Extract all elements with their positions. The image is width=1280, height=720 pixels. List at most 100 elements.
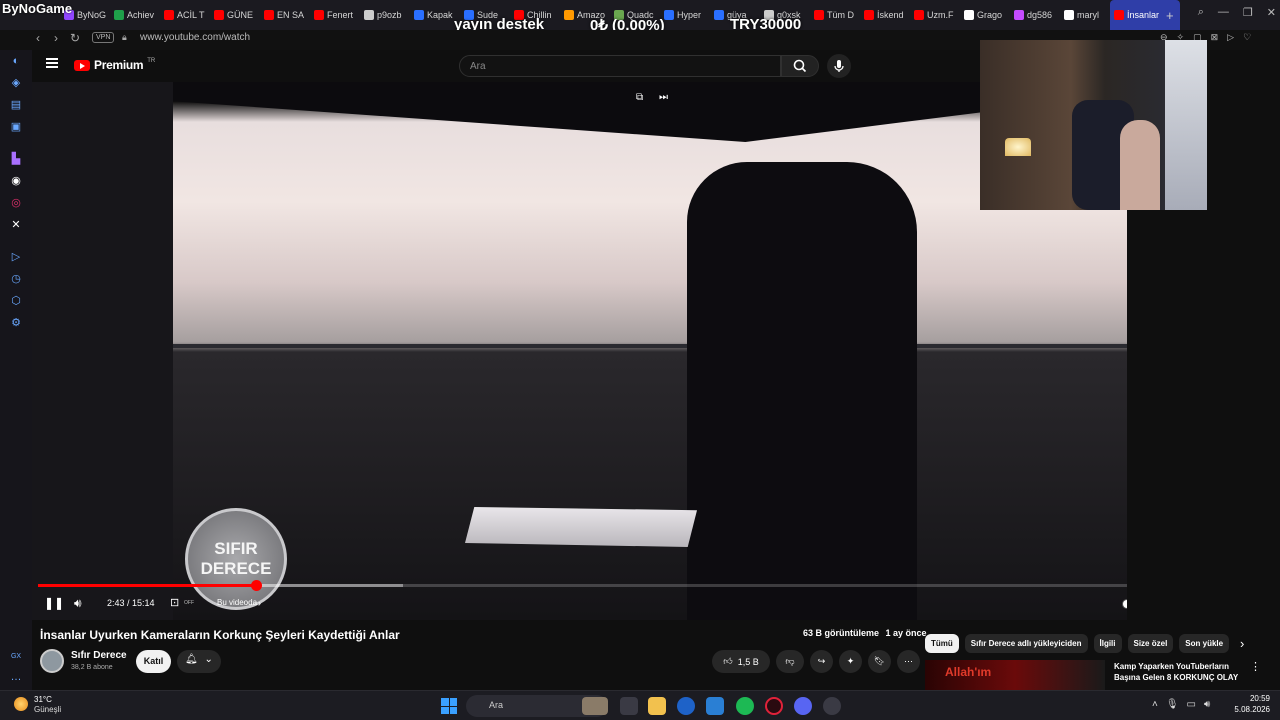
channel-name[interactable]: Sıfır Derece (71, 650, 127, 661)
sparkle-icon: ✦ (846, 656, 855, 666)
search-button[interactable] (781, 55, 819, 77)
url-field[interactable]: www.youtube.com/watch (140, 32, 250, 43)
browser-tab[interactable]: GÜNE (210, 0, 260, 30)
tab-favicon-icon (714, 10, 724, 20)
next-icon[interactable]: ⏭ (659, 92, 670, 103)
ea-app-icon[interactable] (677, 697, 695, 715)
gx-icon[interactable]: GX (9, 650, 23, 664)
tray-expand-icon[interactable]: ˄ (1152, 699, 1158, 710)
watermark-line2: DERECE (200, 559, 272, 578)
subscription-bell-button[interactable]: 🔔︎ ⌄ (177, 650, 221, 673)
region-code: TR (147, 58, 156, 64)
vpn-badge[interactable]: VPN (92, 32, 115, 43)
file-explorer-icon[interactable] (648, 697, 666, 715)
miniplayer-icon[interactable]: ⧉ (636, 92, 647, 103)
save-button[interactable]: 🔖︎ (868, 650, 891, 673)
instagram-icon[interactable]: ◎ (9, 196, 23, 210)
youtube-logo[interactable]: Premium TR (74, 58, 155, 72)
browser-tab[interactable]: Achiev (110, 0, 160, 30)
new-tab-button[interactable]: + (1166, 8, 1174, 23)
weather-icon[interactable] (14, 697, 28, 711)
crypto-wallet-icon[interactable]: ◈ (9, 76, 23, 90)
browser-tab[interactable]: dg586 (1010, 0, 1060, 30)
twitch-icon[interactable]: ▙ (9, 152, 23, 166)
network-icon[interactable]: ▭ (1187, 699, 1196, 710)
chapter-button[interactable]: Bu videoda (217, 598, 257, 607)
opera-gx-icon[interactable] (765, 697, 783, 715)
recommendation-title[interactable]: Kamp Yaparken YouTuberların Başına Gelen… (1114, 661, 1244, 683)
browser-tab[interactable]: EN SA (260, 0, 310, 30)
heart-icon[interactable]: ♡ (1243, 32, 1251, 43)
browser-tab[interactable]: ACİL T (160, 0, 210, 30)
volume-icon[interactable]: 🔊︎ (74, 596, 82, 611)
channel-avatar[interactable] (40, 649, 64, 673)
browser-tab[interactable]: Hyper (660, 0, 710, 30)
clock-date[interactable]: 5.08.2026 (1232, 705, 1270, 714)
close-icon[interactable]: ✕ (1267, 6, 1276, 19)
browser-tab[interactable]: maryl (1060, 0, 1110, 30)
menu-icon[interactable] (46, 58, 58, 68)
settings-icon[interactable]: ⚙ (9, 316, 23, 330)
browser-tab[interactable]: Fenert (310, 0, 360, 30)
filter-chip[interactable]: Tümü (925, 634, 959, 653)
autoplay-toggle[interactable] (1122, 599, 1127, 609)
filter-chip[interactable]: Sıfır Derece adlı yükleyiciden (964, 634, 1088, 653)
browser-tab[interactable]: Kapak (410, 0, 460, 30)
search-icon[interactable]: ⌕ (1198, 6, 1204, 19)
extensions-sidebar-icon[interactable]: ⬡ (9, 294, 23, 308)
back-icon[interactable]: ‹ (36, 31, 40, 45)
task-view-icon[interactable] (620, 697, 638, 715)
browser-tab[interactable]: İskend (860, 0, 910, 30)
share-button[interactable]: ↪ (810, 650, 833, 673)
adblock-icon[interactable]: ⊠ (1211, 32, 1219, 43)
weather-description[interactable]: Güneşli (34, 705, 61, 714)
app-icon[interactable] (823, 697, 841, 715)
search-highlight-icon[interactable] (582, 697, 608, 715)
browser-tab[interactable]: Uzm.F (910, 0, 960, 30)
autodub-icon[interactable]: ⊡ (170, 596, 179, 609)
filter-chip[interactable]: Size özel (1127, 634, 1174, 653)
history-icon[interactable]: ◷ (9, 272, 23, 286)
mic-tray-icon[interactable]: 🎙︎ (1166, 699, 1179, 710)
player-icon[interactable]: ▷ (1227, 32, 1234, 43)
progress-bar[interactable] (38, 580, 1127, 591)
video-player[interactable]: SIFIR DERECE ⧉ ⏭ ❚❚ 🔊︎ 2:43 / 15:14 ⊡ OF… (32, 82, 1127, 620)
start-button[interactable] (441, 698, 457, 714)
ask-button[interactable]: ✦ (839, 650, 862, 673)
chips-next-icon[interactable]: › (1240, 636, 1244, 651)
forward-icon[interactable]: › (54, 31, 58, 45)
aria-icon[interactable]: ◐ (9, 54, 23, 68)
spotify-icon[interactable] (736, 697, 754, 715)
mail-icon[interactable] (706, 697, 724, 715)
workspace-icon[interactable]: ▤ (9, 98, 23, 112)
discord-taskbar-icon[interactable] (794, 697, 812, 715)
like-button[interactable]: 👍︎ 1,5 B (712, 650, 770, 673)
browser-tab[interactable]: p9ozb (360, 0, 410, 30)
maximize-icon[interactable]: ❐ (1243, 6, 1253, 19)
minimize-icon[interactable]: — (1218, 6, 1229, 19)
reload-icon[interactable]: ↻ (70, 31, 80, 45)
tab-favicon-icon (1114, 10, 1124, 20)
kebab-menu-icon[interactable]: ⋮ (1250, 660, 1261, 673)
speaker-icon[interactable]: 🔊︎ (1204, 699, 1210, 710)
more-icon[interactable]: … (9, 670, 23, 684)
more-actions-button[interactable]: ⋯ (897, 650, 920, 673)
discord-icon[interactable]: ◉ (9, 174, 23, 188)
filter-chip[interactable]: Son yükle (1179, 634, 1230, 653)
recommendation-thumbnail[interactable]: Allah'ım (925, 660, 1105, 690)
messenger-icon[interactable]: ▣ (9, 120, 23, 134)
join-button[interactable]: Katıl (136, 650, 171, 673)
clock-time[interactable]: 20:59 (1246, 694, 1270, 703)
search-input[interactable]: Ara (459, 55, 781, 77)
x-icon[interactable]: ✕ (9, 218, 23, 232)
weather-temperature[interactable]: 31°C (34, 695, 52, 704)
browser-tab[interactable]: Tüm D (810, 0, 860, 30)
filter-chip[interactable]: İlgili (1093, 634, 1122, 653)
player-sidebar-icon[interactable]: ▷ (9, 250, 23, 264)
tab-favicon-icon (564, 10, 574, 20)
lock-icon[interactable]: 🔒︎ (122, 32, 127, 43)
voice-search-button[interactable] (827, 54, 851, 78)
dislike-button[interactable]: 👎︎ (776, 650, 804, 673)
browser-tab[interactable]: Grago (960, 0, 1010, 30)
pause-icon[interactable]: ❚❚ (44, 596, 64, 610)
